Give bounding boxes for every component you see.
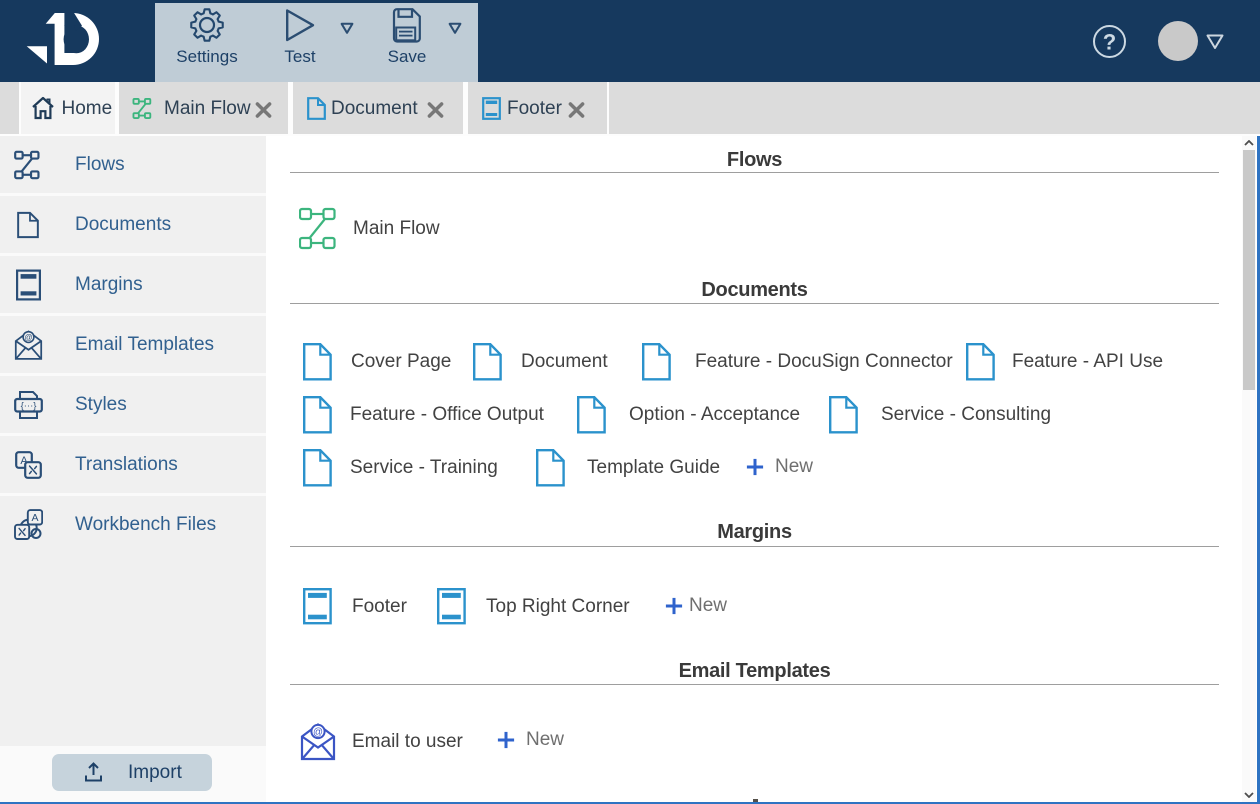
svg-text:@: @ [313,727,323,738]
svg-text:A: A [31,512,38,524]
svg-text:{···}: {···} [21,400,37,411]
svg-text:@: @ [24,332,32,341]
svg-text:?: ? [1103,30,1116,55]
